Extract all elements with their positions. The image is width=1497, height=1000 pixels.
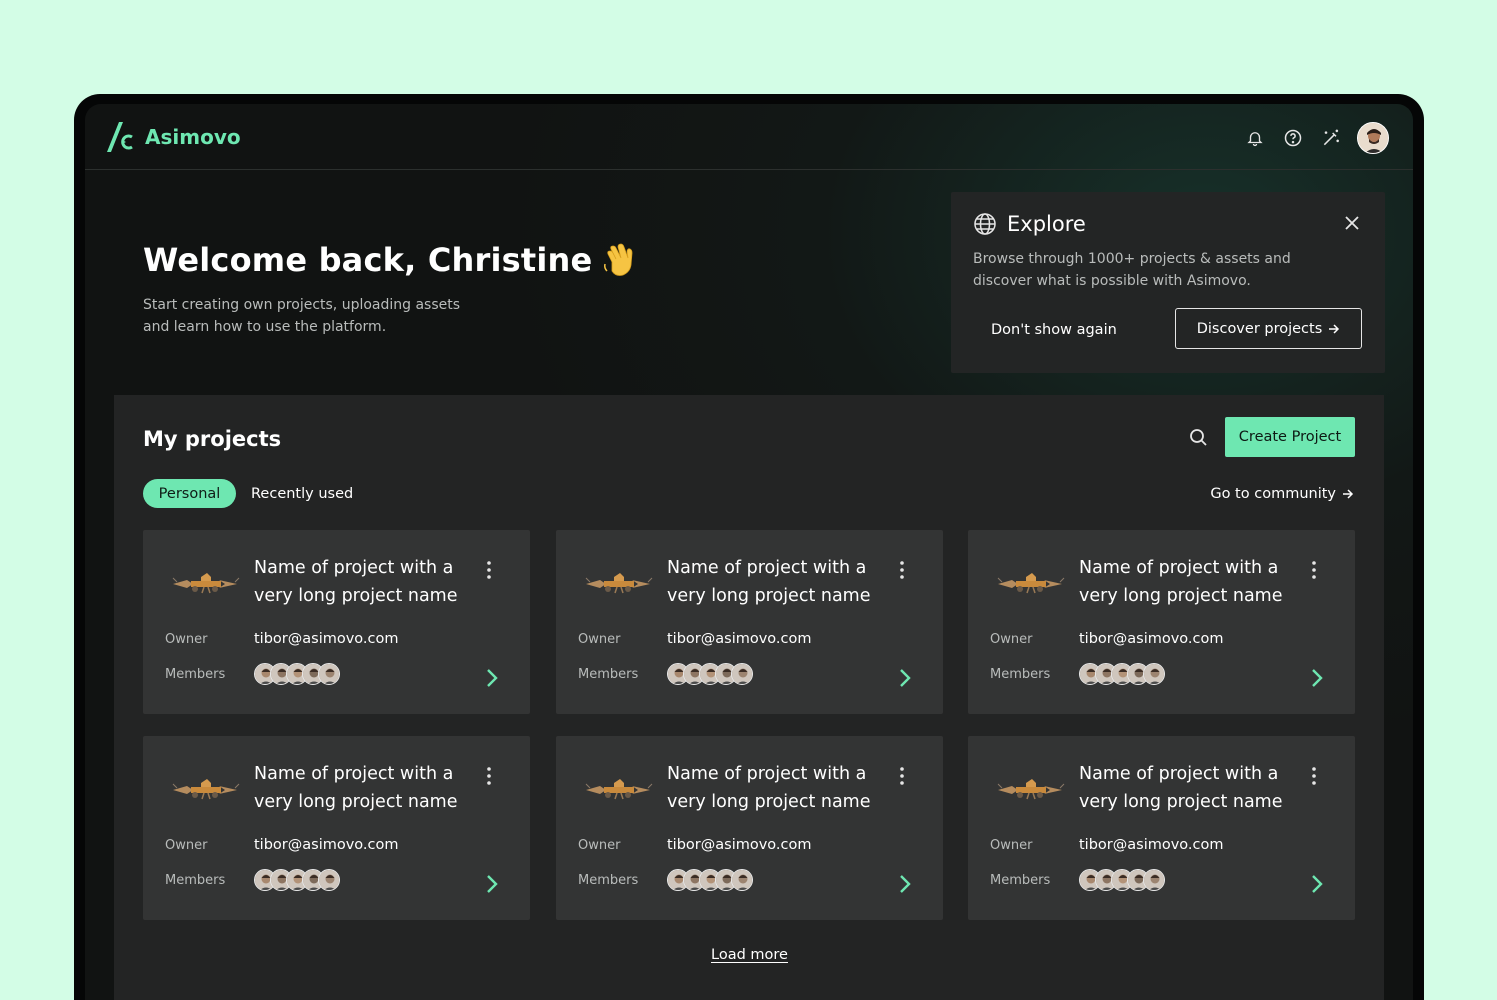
- project-card[interactable]: Name of project with a very long project…: [143, 530, 530, 714]
- owner-label: Owner: [990, 838, 1033, 853]
- member-avatars[interactable]: [1079, 869, 1165, 893]
- member-avatar: [731, 869, 753, 891]
- project-title: Name of project with a very long project…: [254, 764, 458, 812]
- discover-projects-label: Discover projects: [1196, 320, 1323, 337]
- more-vertical-icon[interactable]: [1304, 764, 1324, 788]
- discover-projects-button[interactable]: Discover projects: [1175, 308, 1362, 349]
- load-more-link[interactable]: Load more: [711, 947, 788, 963]
- magic-wand-icon[interactable]: [1319, 126, 1343, 150]
- member-avatar: [318, 663, 340, 685]
- member-avatars[interactable]: [254, 869, 340, 893]
- more-vertical-icon[interactable]: [1304, 558, 1324, 582]
- dont-show-again-button[interactable]: Don't show again: [991, 310, 1117, 350]
- welcome-text: Welcome back, Christine: [143, 241, 593, 279]
- more-vertical-icon[interactable]: [892, 764, 912, 788]
- chevron-right-icon[interactable]: [895, 666, 915, 690]
- project-thumbnail: [997, 779, 1065, 800]
- top-bar: Asimovo: [85, 104, 1413, 170]
- project-thumbnail: [585, 779, 653, 800]
- member-avatars[interactable]: [1079, 663, 1165, 687]
- project-thumbnail: [997, 573, 1065, 594]
- tab-recently-used[interactable]: Recently used: [251, 479, 353, 508]
- chevron-right-icon[interactable]: [482, 666, 502, 690]
- owner-email: tibor@asimovo.com: [254, 631, 399, 647]
- members-label: Members: [578, 667, 639, 682]
- header-actions: [1243, 122, 1389, 154]
- brand-name: Asimovo: [145, 125, 241, 149]
- project-card[interactable]: Name of project with a very long project…: [968, 736, 1355, 920]
- project-card[interactable]: Name of project with a very long project…: [556, 736, 943, 920]
- tab-personal[interactable]: Personal: [143, 479, 236, 508]
- member-avatar: [318, 869, 340, 891]
- member-avatar: [1143, 663, 1165, 685]
- project-card[interactable]: Name of project with a very long project…: [143, 736, 530, 920]
- help-icon[interactable]: [1281, 126, 1305, 150]
- bell-icon[interactable]: [1243, 126, 1267, 150]
- member-avatars[interactable]: [667, 869, 753, 893]
- go-to-community-label: Go to community: [1210, 485, 1336, 502]
- search-icon[interactable]: [1188, 427, 1210, 449]
- close-icon[interactable]: [1343, 214, 1361, 232]
- brand[interactable]: Asimovo: [105, 120, 241, 154]
- my-projects-title: My projects: [143, 427, 282, 451]
- explore-description: Browse through 1000+ projects & assets a…: [973, 251, 1291, 289]
- globe-icon: [974, 213, 996, 235]
- go-to-community-link[interactable]: Go to community: [1210, 479, 1354, 508]
- explore-title: Explore: [1007, 212, 1086, 236]
- owner-label: Owner: [990, 632, 1033, 647]
- members-label: Members: [990, 667, 1051, 682]
- explore-header: Explore: [973, 212, 1086, 236]
- owner-email: tibor@asimovo.com: [667, 631, 812, 647]
- more-vertical-icon[interactable]: [892, 558, 912, 582]
- project-title: Name of project with a very long project…: [254, 558, 458, 606]
- arrow-right-icon: [1329, 323, 1340, 334]
- project-thumbnail: [172, 779, 240, 800]
- project-title: Name of project with a very long project…: [1079, 558, 1283, 606]
- chevron-right-icon[interactable]: [1307, 872, 1327, 896]
- chevron-right-icon[interactable]: [1307, 666, 1327, 690]
- chevron-right-icon[interactable]: [482, 872, 502, 896]
- members-label: Members: [165, 873, 226, 888]
- project-thumbnail: [172, 573, 240, 594]
- owner-label: Owner: [165, 632, 208, 647]
- owner-label: Owner: [165, 838, 208, 853]
- owner-email: tibor@asimovo.com: [667, 837, 812, 853]
- app-screen: Asimovo Welcome back, Christine Start cr…: [85, 104, 1413, 1000]
- my-projects-panel: My projects Create Project Personal Rece…: [114, 395, 1384, 1000]
- owner-email: tibor@asimovo.com: [254, 837, 399, 853]
- members-label: Members: [990, 873, 1051, 888]
- member-avatars[interactable]: [667, 663, 753, 687]
- owner-label: Owner: [578, 838, 621, 853]
- waving-hand-icon: [604, 243, 633, 276]
- owner-email: tibor@asimovo.com: [1079, 631, 1224, 647]
- members-label: Members: [165, 667, 226, 682]
- member-avatars[interactable]: [254, 663, 340, 687]
- device-frame: Asimovo Welcome back, Christine Start cr…: [74, 94, 1424, 1000]
- members-label: Members: [578, 873, 639, 888]
- welcome-subtitle: Start creating own projects, uploading a…: [143, 297, 461, 335]
- welcome-title: Welcome back, Christine: [143, 241, 638, 279]
- more-vertical-icon[interactable]: [479, 764, 499, 788]
- member-avatar: [731, 663, 753, 685]
- project-title: Name of project with a very long project…: [667, 558, 871, 606]
- asimovo-logo-icon: [107, 122, 133, 152]
- arrow-right-icon: [1343, 488, 1354, 499]
- chevron-right-icon[interactable]: [895, 872, 915, 896]
- member-avatar: [1143, 869, 1165, 891]
- project-thumbnail: [585, 573, 653, 594]
- owner-label: Owner: [578, 632, 621, 647]
- more-vertical-icon[interactable]: [479, 558, 499, 582]
- explore-card: Explore Browse through 1000+ projects & …: [951, 192, 1385, 373]
- user-avatar[interactable]: [1357, 122, 1389, 154]
- create-project-button[interactable]: Create Project: [1225, 417, 1355, 457]
- project-title: Name of project with a very long project…: [667, 764, 871, 812]
- project-title: Name of project with a very long project…: [1079, 764, 1283, 812]
- owner-email: tibor@asimovo.com: [1079, 837, 1224, 853]
- project-card[interactable]: Name of project with a very long project…: [968, 530, 1355, 714]
- project-card[interactable]: Name of project with a very long project…: [556, 530, 943, 714]
